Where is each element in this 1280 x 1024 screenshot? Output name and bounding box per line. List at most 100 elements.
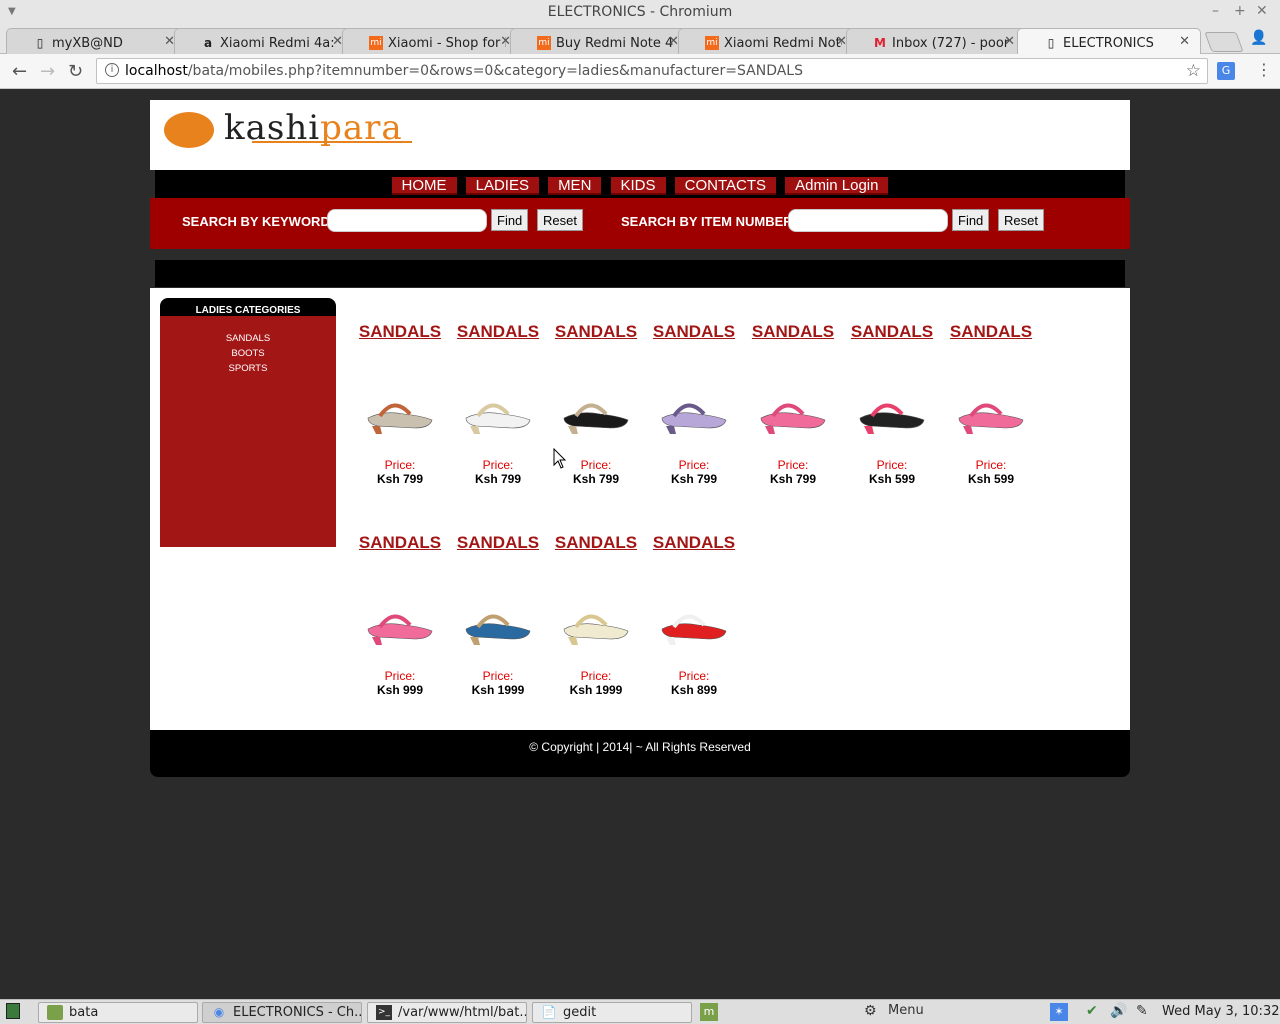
update-shield-icon[interactable]: ✔ — [1086, 1003, 1098, 1019]
price-label: Price: — [384, 669, 416, 683]
item-number-input[interactable] — [788, 209, 948, 232]
product-card: SANDALS Price: Ksh 799 — [355, 322, 445, 486]
sandal-image[interactable] — [560, 587, 632, 647]
page-icon: ▯ — [36, 36, 44, 50]
tab-xiaomi-shop[interactable]: mi Xiaomi - Shop for Redmi ✕ — [342, 28, 522, 54]
product-name-link[interactable]: SANDALS — [355, 322, 445, 342]
gear-icon[interactable]: ⚙ — [864, 1003, 877, 1019]
mint-icon[interactable]: m — [700, 1003, 718, 1021]
minimize-icon[interactable]: – — [1212, 3, 1219, 19]
sandal-image[interactable] — [658, 587, 730, 647]
sandal-image[interactable] — [560, 376, 632, 436]
product-name-link[interactable]: SANDALS — [453, 322, 543, 342]
keyword-reset-button[interactable]: Reset — [537, 209, 583, 231]
nav-admin-login[interactable]: Admin Login — [785, 177, 889, 195]
new-tab-button[interactable] — [1204, 32, 1244, 52]
product-card: SANDALS Price: Ksh 599 — [847, 322, 937, 486]
sandal-image[interactable] — [757, 376, 829, 436]
maximize-icon[interactable]: + — [1234, 3, 1246, 19]
product-name-link[interactable]: SANDALS — [748, 322, 838, 342]
sandal-image[interactable] — [462, 376, 534, 436]
keyword-find-button[interactable]: Find — [491, 209, 529, 231]
secondary-bar — [155, 260, 1125, 287]
reload-icon[interactable]: ↻ — [68, 61, 83, 82]
power-icon[interactable]: ✎ — [1136, 1003, 1148, 1019]
sidebar-heading: LADIES CATEGORIES — [195, 305, 301, 316]
tab-myxband[interactable]: ▯ myXB@ND ✕ — [6, 28, 186, 54]
profile-icon[interactable]: 👤 — [1250, 30, 1267, 46]
nav-men[interactable]: MEN — [548, 177, 602, 195]
back-icon[interactable]: ← — [12, 61, 27, 82]
translate-icon[interactable]: G — [1217, 62, 1235, 80]
logo-underline — [252, 141, 412, 143]
product-name-link[interactable]: SANDALS — [551, 533, 641, 553]
nav-contacts[interactable]: CONTACTS — [674, 177, 776, 195]
product-name-link[interactable]: SANDALS — [453, 533, 543, 553]
item-reset-button[interactable]: Reset — [998, 209, 1044, 231]
price-value: Ksh 799 — [572, 472, 620, 486]
volume-icon[interactable]: 🔊 — [1110, 1003, 1127, 1019]
chromium-icon: ◉ — [213, 1005, 225, 1019]
tab-close-icon[interactable]: ✕ — [1004, 34, 1015, 49]
taskbar-item-bata[interactable]: bata — [38, 1002, 198, 1023]
sidebar-item-boots[interactable]: BOOTS — [160, 346, 336, 361]
sandal-image[interactable] — [364, 376, 436, 436]
close-window-icon[interactable]: ✕ — [1256, 3, 1268, 19]
product-name-link[interactable]: SANDALS — [649, 322, 739, 342]
amazon-icon: a — [203, 36, 213, 50]
product-name-link[interactable]: SANDALS — [649, 533, 739, 553]
category-sidebar: LADIES CATEGORIES SANDALS BOOTS SPORTS — [160, 298, 336, 547]
tab-redmi-note[interactable]: mi Xiaomi Redmi Note 4 ✕ — [678, 28, 858, 54]
site-footer: © Copyright | 2014| ~ All Rights Reserve… — [150, 730, 1130, 777]
copyright-text: © Copyright | 2014| ~ All Rights Reserve… — [529, 740, 751, 754]
show-desktop-icon[interactable] — [6, 1003, 20, 1019]
product-card: SANDALS Price: Ksh 599 — [946, 322, 1036, 486]
forward-icon[interactable]: → — [40, 61, 55, 82]
sandal-image[interactable] — [955, 376, 1027, 436]
network-icon[interactable]: ✶ — [1050, 1003, 1068, 1021]
nav-kids[interactable]: KIDS — [610, 177, 666, 195]
start-menu-label[interactable]: Menu — [888, 1003, 924, 1018]
mi-icon: mi — [537, 36, 551, 50]
product-card: SANDALS Price: Ksh 799 — [649, 322, 739, 486]
product-name-link[interactable]: SANDALS — [355, 533, 445, 553]
price-label: Price: — [975, 458, 1007, 472]
nav-home[interactable]: HOME — [391, 177, 457, 195]
price-value: Ksh 799 — [376, 472, 424, 486]
item-number-label: SEARCH BY ITEM NUMBER: — [621, 214, 797, 229]
window-titlebar: ▼ ELECTRONICS - Chromium – + ✕ — [0, 0, 1280, 26]
price-value: Ksh 799 — [769, 472, 817, 486]
text-editor-icon: 📄 — [541, 1005, 557, 1019]
taskbar-item-gedit[interactable]: 📄 gedit — [532, 1002, 692, 1023]
tab-buy-redmi[interactable]: mi Buy Redmi Note 4 Online ✕ — [510, 28, 690, 54]
keyword-search-input[interactable] — [327, 209, 487, 232]
os-taskbar: bata ◉ ELECTRONICS - Ch... >_ /var/www/h… — [0, 999, 1280, 1024]
product-card: SANDALS Price: Ksh 1999 — [551, 533, 641, 697]
tab-amazon[interactable]: a Xiaomi Redmi 4a: Buy ✕ — [174, 28, 354, 54]
sidebar-item-sports[interactable]: SPORTS — [160, 361, 336, 376]
taskbar-item-terminal[interactable]: >_ /var/www/html/bat... — [367, 1002, 527, 1023]
sidebar-item-sandals[interactable]: SANDALS — [160, 331, 336, 346]
price-value: Ksh 1999 — [569, 683, 623, 697]
taskbar-item-chromium[interactable]: ◉ ELECTRONICS - Ch... — [202, 1002, 362, 1023]
site-info-icon[interactable]: i — [105, 63, 119, 77]
product-name-link[interactable]: SANDALS — [551, 322, 641, 342]
tab-close-icon[interactable]: ✕ — [1179, 34, 1190, 49]
sandal-image[interactable] — [462, 587, 534, 647]
tab-inbox[interactable]: M Inbox (727) - poor ✕ — [846, 28, 1026, 54]
sandal-image[interactable] — [856, 376, 928, 436]
browser-menu-icon[interactable]: ⋮ — [1256, 60, 1272, 79]
tab-electronics[interactable]: ▯ ELECTRONICS ✕ — [1017, 28, 1201, 54]
product-name-link[interactable]: SANDALS — [946, 322, 1036, 342]
bookmark-star-icon[interactable]: ☆ — [1186, 61, 1201, 81]
sandal-image[interactable] — [658, 376, 730, 436]
item-find-button[interactable]: Find — [952, 209, 990, 231]
sandal-image[interactable] — [364, 587, 436, 647]
product-name-link[interactable]: SANDALS — [847, 322, 937, 342]
price-label: Price: — [580, 669, 612, 683]
gmail-icon: M — [874, 36, 886, 50]
price-value: Ksh 599 — [868, 472, 916, 486]
address-bar[interactable]: i localhost/bata/mobiles.php?itemnumber=… — [96, 58, 1208, 84]
nav-ladies[interactable]: LADIES — [465, 177, 539, 195]
clock: Wed May 3, 10:32 — [1162, 1004, 1280, 1019]
